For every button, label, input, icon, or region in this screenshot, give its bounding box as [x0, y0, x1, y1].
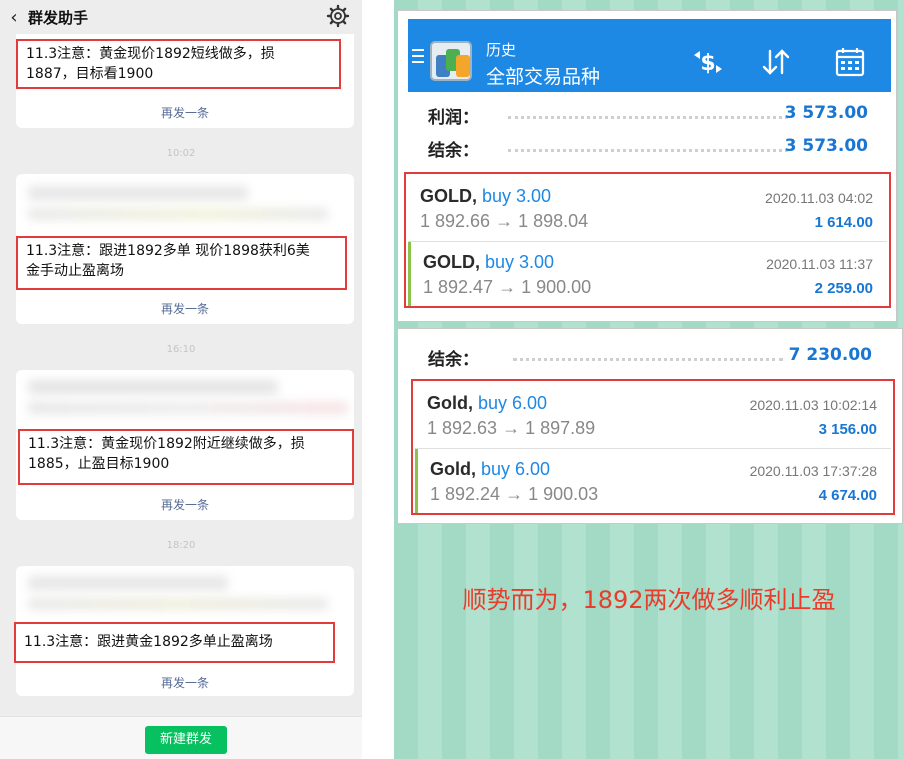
message-text: 11.3注意：跟进1892多单 现价1898获利6美 金手动止盈离场 [16, 236, 347, 290]
back-icon[interactable]: ‹ [0, 7, 28, 28]
caption-text: 顺势而为，1892两次做多顺利止盈 [462, 586, 836, 614]
balance-label: 结余： [428, 141, 479, 161]
balance-label: 结余： [428, 350, 479, 370]
dotted-leader [513, 358, 783, 361]
sort-icon[interactable] [758, 45, 794, 79]
mt-history-screen-2: 结余： 7 230.00 Gold, buy 6.00 1 892.63 → 1… [397, 328, 903, 524]
trade-side: buy 3.00 [485, 252, 555, 272]
svg-text:$: $ [700, 51, 715, 76]
menu-icon[interactable] [412, 49, 424, 67]
balance-value: 3 573.00 [784, 136, 868, 156]
footer-bar: 新建群发 [0, 716, 362, 759]
trade-side: buy 3.00 [482, 186, 552, 206]
blurred-recipients [28, 402, 348, 414]
wechat-broadcast-panel: ‹ 群发助手 再发一条 11.3注意：黄金现价1892短线做多，损 1887，目… [0, 0, 362, 759]
trade-symbol: GOLD, buy 3.00 [420, 186, 551, 207]
screen-title: 全部交易品种 [486, 66, 601, 88]
trade-row[interactable]: GOLD, buy 3.00 1 892.66 → 1 898.04 2020.… [408, 176, 887, 240]
trade-profit: 4 674.00 [818, 487, 877, 504]
calendar-icon[interactable] [832, 45, 868, 79]
balance-value: 7 230.00 [788, 345, 872, 365]
blurred-recipients [28, 576, 228, 590]
message-text: 11.3注意：黄金现价1892短线做多，损 1887，目标看1900 [16, 39, 341, 89]
highlight-box: GOLD, buy 3.00 1 892.66 → 1 898.04 2020.… [404, 172, 891, 308]
trade-profit: 2 259.00 [814, 280, 873, 297]
trade-symbol: Gold, buy 6.00 [430, 459, 550, 480]
message-text: 11.3注意：黄金现价1892附近继续做多，损 1885，止盈目标1900 [18, 429, 354, 485]
resend-button[interactable]: 再发一条 [16, 104, 354, 121]
timestamp: 10:02 [166, 148, 196, 159]
timestamp: 18:20 [166, 540, 196, 551]
trade-row[interactable]: Gold, buy 6.00 1 892.24 → 1 900.03 2020.… [415, 449, 891, 513]
timestamp: 16:10 [166, 344, 196, 355]
page-title: 群发助手 [28, 8, 89, 27]
trade-side: buy 6.00 [478, 393, 548, 413]
trade-side: buy 6.00 [481, 459, 551, 479]
symbol-name: Gold, [427, 393, 473, 413]
wechat-header: ‹ 群发助手 [0, 0, 362, 34]
new-broadcast-button[interactable]: 新建群发 [145, 726, 227, 754]
blurred-recipients [28, 186, 248, 200]
trade-prices: 1 892.63 → 1 897.89 [427, 418, 596, 438]
trade-time: 2020.11.03 04:02 [765, 190, 873, 206]
trade-symbol: GOLD, buy 3.00 [423, 252, 554, 273]
dotted-leader [508, 116, 788, 119]
blurred-recipients [28, 380, 278, 394]
screen-subtitle: 历史 [486, 41, 517, 59]
profit-label: 利润： [428, 108, 479, 128]
metatrader-logo-icon [430, 41, 472, 81]
mt-toolbar: 历史 全部交易品种 $ [408, 19, 891, 92]
trade-time: 2020.11.03 10:02:14 [749, 397, 877, 413]
symbol-name: GOLD, [420, 186, 477, 206]
trade-row[interactable]: GOLD, buy 3.00 1 892.47 → 1 900.00 2020.… [408, 242, 887, 306]
resend-button[interactable]: 再发一条 [16, 496, 354, 513]
highlight-box: Gold, buy 6.00 1 892.63 → 1 897.89 2020.… [411, 379, 895, 515]
trade-prices: 1 892.47 → 1 900.00 [423, 277, 592, 297]
currency-exchange-icon[interactable]: $ [690, 45, 726, 79]
trade-prices: 1 892.66 → 1 898.04 [420, 211, 589, 231]
trade-time: 2020.11.03 17:37:28 [749, 463, 877, 479]
resend-button[interactable]: 再发一条 [16, 300, 354, 317]
dotted-leader [508, 149, 788, 152]
trade-profit: 3 156.00 [818, 421, 877, 438]
blurred-recipients [28, 208, 328, 220]
trade-profit: 1 614.00 [814, 214, 873, 231]
gear-icon[interactable] [326, 4, 350, 28]
trade-symbol: Gold, buy 6.00 [427, 393, 547, 414]
message-text: 11.3注意：跟进黄金1892多单止盈离场 [14, 622, 335, 663]
trading-panel: 历史 全部交易品种 $ 利润： 3 573.00 结余： 3 573.00 GO… [394, 0, 904, 759]
trade-row[interactable]: Gold, buy 6.00 1 892.63 → 1 897.89 2020.… [415, 383, 891, 447]
symbol-name: Gold, [430, 459, 476, 479]
symbol-name: GOLD, [423, 252, 480, 272]
trade-prices: 1 892.24 → 1 900.03 [430, 484, 599, 504]
trade-time: 2020.11.03 11:37 [766, 256, 873, 272]
mt-history-screen: 历史 全部交易品种 $ 利润： 3 573.00 结余： 3 573.00 GO… [397, 10, 897, 322]
blurred-recipients [28, 598, 328, 610]
resend-button[interactable]: 再发一条 [16, 674, 354, 691]
profit-value: 3 573.00 [784, 103, 868, 123]
